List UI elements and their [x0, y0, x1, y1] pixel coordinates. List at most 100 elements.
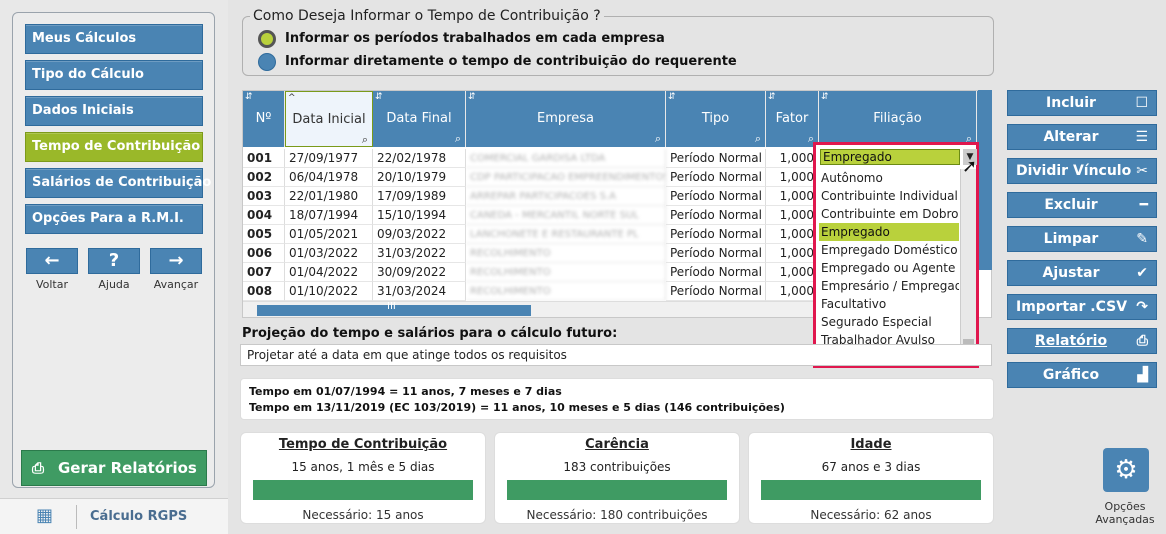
header-data-final[interactable]: ⇵ Data Final ⌕	[373, 91, 466, 147]
app-footer: ▦ Cálculo RGPS	[0, 498, 228, 534]
filiacao-dropdown[interactable]: Empregado ▼ Autônomo Contribuinte Individ…	[813, 142, 979, 368]
scissors-icon: ✂	[1136, 163, 1148, 179]
sidebar: Meus Cálculos Tipo do Cálculo Dados Inic…	[0, 0, 228, 534]
table-cell: Período Normal	[666, 263, 766, 282]
table-cell: 22/02/1978	[373, 149, 466, 168]
header-numero[interactable]: ⇵ Nº	[243, 91, 285, 147]
progress-bar	[761, 480, 981, 500]
minus-icon: ━	[1139, 197, 1148, 213]
projection-select[interactable]: Projetar até a data em que atinge todos …	[240, 344, 992, 366]
excluir-button[interactable]: Excluir ━	[1007, 192, 1157, 218]
card-idade: Idade 67 anos e 3 dias Necessário: 62 an…	[748, 432, 994, 524]
table-cell: Período Normal	[666, 225, 766, 244]
square-icon: ☐	[1135, 95, 1148, 111]
table-cell: 22/01/1980	[285, 187, 373, 206]
back-label: Voltar	[35, 278, 69, 291]
horizontal-scrollbar[interactable]: III	[243, 301, 818, 317]
card-requirement: Necessário: 15 anos	[302, 508, 424, 522]
table-cell: 005	[243, 225, 285, 244]
gerar-relatorios-button[interactable]: ⎙ Gerar Relatórios	[21, 450, 207, 486]
table-cell: 1,000	[766, 149, 819, 168]
table-cell: 31/03/2022	[373, 244, 466, 263]
progress-bar	[253, 480, 473, 500]
limpar-button[interactable]: Limpar ✎	[1007, 226, 1157, 252]
table-cell: COMERCIAL GARDISA LTDA	[466, 149, 666, 168]
summary-line-2: Tempo em 13/11/2019 (EC 103/2019) = 11 a…	[249, 401, 785, 414]
table-cell: Período Normal	[666, 282, 766, 301]
table-cell: Período Normal	[666, 187, 766, 206]
table-cell: 30/09/2022	[373, 263, 466, 282]
header-tipo[interactable]: ⇵ Tipo ⌕	[666, 91, 766, 147]
card-tempo-contribuicao: Tempo de Contribuição 15 anos, 1 mês e 5…	[240, 432, 486, 524]
table-cell: 007	[243, 263, 285, 282]
radio-direto[interactable]	[258, 53, 276, 71]
dropdown-selected-value[interactable]: Empregado	[820, 149, 960, 165]
card-title[interactable]: Carência	[495, 437, 739, 452]
dropdown-option[interactable]: Contribuinte Individual	[819, 187, 959, 205]
radio-direto-label[interactable]: Informar diretamente o tempo de contribu…	[285, 54, 737, 69]
radio-periodos-label[interactable]: Informar os períodos trabalhados em cada…	[285, 31, 665, 46]
header-data-inicial[interactable]: ^ Data Inicial ⌕	[285, 91, 373, 147]
table-cell: CDP PARTICIPACAO EMPREENDIMENTOS	[466, 168, 666, 187]
incluir-button[interactable]: Incluir ☐	[1007, 90, 1157, 116]
arrow-right-icon: →	[168, 250, 184, 271]
table-cell: 008	[243, 282, 285, 301]
vertical-scrollbar[interactable]	[978, 90, 992, 270]
brush-icon: ✎	[1136, 231, 1148, 247]
progress-bar	[507, 480, 727, 500]
projection-label: Projeção do tempo e salários para o cálc…	[242, 326, 618, 341]
redo-icon: ↷	[1136, 299, 1148, 315]
help-button[interactable]: ?	[88, 248, 140, 274]
header-empresa[interactable]: ⇵ Empresa ⌕	[466, 91, 666, 147]
dropdown-option[interactable]: Empregado	[819, 223, 959, 241]
app-label: Cálculo RGPS	[90, 509, 188, 524]
dropdown-scrollbar[interactable]	[960, 169, 976, 365]
back-button[interactable]: ←	[26, 248, 78, 274]
gerar-relatorios-label: Gerar Relatórios	[58, 459, 197, 477]
dropdown-option[interactable]: Empresário / Empregado	[819, 277, 959, 295]
gears-icon[interactable]: ⚙	[1103, 448, 1149, 492]
header-filiacao[interactable]: ⇵ Filiação ⌕	[819, 91, 977, 147]
card-title[interactable]: Tempo de Contribuição	[241, 437, 485, 452]
printer-icon: ⎙	[1136, 333, 1148, 349]
dropdown-option[interactable]: Contribuinte em Dobro	[819, 205, 959, 223]
table-cell: RECOLHIMENTO	[466, 263, 666, 282]
relatorio-button[interactable]: Relatório ⎙	[1007, 328, 1157, 354]
sidebar-item-salarios[interactable]: Salários de Contribuição	[25, 168, 211, 198]
dropdown-option[interactable]: Autônomo	[819, 169, 959, 187]
grafico-button[interactable]: Gráfico ▟	[1007, 362, 1157, 388]
header-fator[interactable]: ⇵ Fator ⌕	[766, 91, 819, 147]
table-cell: 1,000	[766, 206, 819, 225]
sidebar-item-tipo-calculo[interactable]: Tipo do Cálculo	[25, 60, 203, 90]
table-cell: 1,000	[766, 244, 819, 263]
footer-divider	[76, 505, 77, 529]
next-button[interactable]: →	[150, 248, 202, 274]
table-cell: RECOLHIMENTO	[466, 282, 666, 301]
dropdown-option[interactable]: Empregado Doméstico	[819, 241, 959, 259]
contribution-mode-title: Como Deseja Informar o Tempo de Contribu…	[250, 8, 604, 24]
table-cell: 01/05/2021	[285, 225, 373, 244]
dividir-vinculo-button[interactable]: Dividir Vínculo ✂	[1007, 158, 1157, 184]
importar-csv-button[interactable]: Importar .CSV ↷	[1007, 294, 1157, 320]
opcoes-avancadas-label[interactable]: Opções Avançadas	[1090, 500, 1160, 526]
table-cell: 004	[243, 206, 285, 225]
sidebar-item-opcoes-rmi[interactable]: Opções Para a R.M.I.	[25, 204, 203, 234]
card-requirement: Necessário: 62 anos	[810, 508, 932, 522]
table-cell: Período Normal	[666, 168, 766, 187]
dropdown-option[interactable]: Facultativo	[819, 295, 959, 313]
alterar-button[interactable]: Alterar ☰	[1007, 124, 1157, 150]
table-cell: 15/10/1994	[373, 206, 466, 225]
ajustar-button[interactable]: Ajustar ✔	[1007, 260, 1157, 286]
arrow-left-icon: ←	[44, 250, 60, 271]
card-title[interactable]: Idade	[749, 437, 993, 452]
sidebar-item-meus-calculos[interactable]: Meus Cálculos	[25, 24, 203, 54]
scrollbar-thumb[interactable]: III	[257, 301, 531, 316]
radio-periodos[interactable]	[258, 30, 276, 48]
sidebar-item-dados-iniciais[interactable]: Dados Iniciais	[25, 96, 203, 126]
sidebar-item-tempo-contribuicao[interactable]: Tempo de Contribuição	[25, 132, 203, 162]
card-requirement: Necessário: 180 contribuições	[526, 508, 708, 522]
dropdown-option[interactable]: Segurado Especial	[819, 313, 959, 331]
table-cell: 1,000	[766, 263, 819, 282]
table-cell: 01/10/2022	[285, 282, 373, 301]
dropdown-option[interactable]: Empregado ou Agente P	[819, 259, 959, 277]
